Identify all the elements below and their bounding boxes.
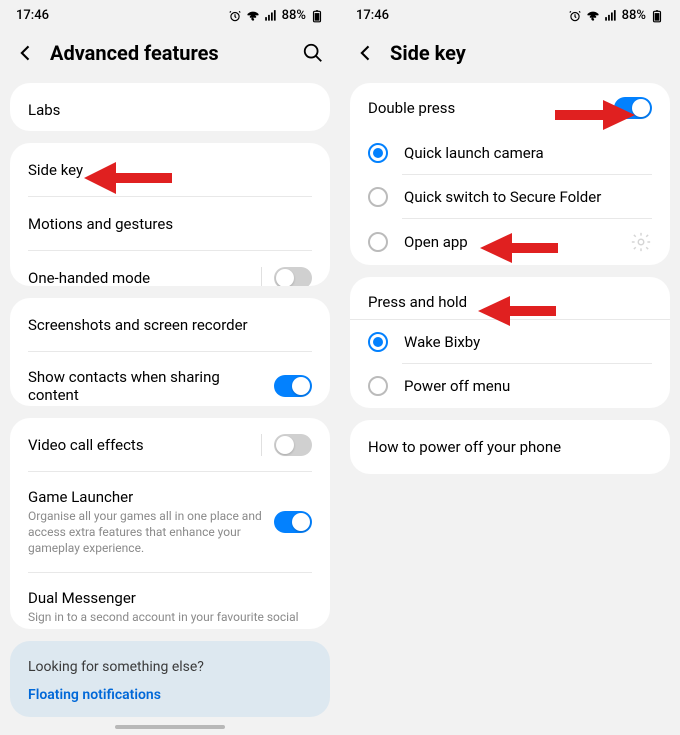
- status-bar: 17:46 88%: [0, 0, 340, 27]
- battery-text: 88%: [282, 8, 306, 23]
- row-screenshots[interactable]: Screenshots and screen recorder: [10, 298, 330, 352]
- sub-game-launcher: Organise all your games all in one place…: [28, 508, 274, 557]
- card-settings-3: Video call effects Game Launcher Organis…: [10, 418, 330, 629]
- nav-indicator: [115, 725, 225, 729]
- radio-quick-secure[interactable]: Quick switch to Secure Folder: [350, 175, 670, 219]
- back-button[interactable]: [16, 43, 36, 63]
- battery-text: 88%: [622, 8, 646, 23]
- signal-icon: [604, 9, 618, 23]
- radio-icon: [368, 232, 388, 252]
- toggle-one-handed[interactable]: [274, 267, 312, 286]
- battery-icon: [310, 9, 324, 23]
- label-wake-bixby: Wake Bixby: [404, 333, 652, 351]
- alarm-icon: [228, 9, 242, 23]
- radio-wake-bixby[interactable]: Wake Bixby: [350, 319, 670, 364]
- row-show-contacts[interactable]: Show contacts when sharing content: [10, 352, 330, 406]
- label-quick-camera: Quick launch camera: [404, 144, 652, 162]
- chevron-left-icon: [16, 43, 36, 63]
- label-labs: Labs: [28, 101, 312, 119]
- radio-icon: [368, 376, 388, 396]
- header: Side key: [340, 27, 680, 83]
- gear-icon[interactable]: [630, 231, 652, 253]
- label-how-to: How to power off your phone: [368, 438, 652, 456]
- toggle-video-call[interactable]: [274, 434, 312, 456]
- screen-side-key: 17:46 88% Side key Double press Quick la…: [340, 0, 680, 735]
- battery-icon: [650, 9, 664, 23]
- row-side-key[interactable]: Side key: [10, 143, 330, 197]
- card-labs: Labs: [10, 83, 330, 131]
- wifi-icon: [586, 9, 600, 23]
- label-double-press: Double press: [368, 99, 455, 117]
- chevron-left-icon: [356, 43, 376, 63]
- alarm-icon: [568, 9, 582, 23]
- back-button[interactable]: [356, 43, 376, 63]
- section-press-hold: Press and hold: [350, 277, 670, 319]
- label-video-call: Video call effects: [28, 436, 261, 454]
- card-press-hold: Press and hold Wake Bixby Power off menu: [350, 277, 670, 408]
- divider: [261, 434, 262, 456]
- label-screenshots: Screenshots and screen recorder: [28, 316, 312, 334]
- radio-icon: [368, 143, 388, 163]
- label-press-hold: Press and hold: [368, 293, 467, 311]
- row-motions[interactable]: Motions and gestures: [10, 197, 330, 251]
- wifi-icon: [246, 9, 260, 23]
- section-double-press: Double press: [350, 83, 670, 131]
- label-quick-secure: Quick switch to Secure Folder: [404, 188, 652, 206]
- row-game-launcher[interactable]: Game Launcher Organise all your games al…: [10, 472, 330, 573]
- footer-link[interactable]: Floating notifications: [28, 687, 312, 703]
- label-side-key: Side key: [28, 161, 312, 179]
- row-how-to[interactable]: How to power off your phone: [350, 420, 670, 474]
- status-bar: 17:46 88%: [340, 0, 680, 27]
- status-icons: 88%: [228, 8, 324, 23]
- footer-title: Looking for something else?: [28, 659, 312, 675]
- radio-icon: [368, 187, 388, 207]
- card-how-to: How to power off your phone: [350, 420, 670, 474]
- status-time: 17:46: [16, 8, 49, 23]
- row-labs[interactable]: Labs: [10, 83, 330, 131]
- toggle-show-contacts[interactable]: [274, 375, 312, 397]
- toggle-double-press[interactable]: [614, 97, 652, 119]
- radio-icon: [368, 332, 388, 352]
- status-time: 17:46: [356, 8, 389, 23]
- row-dual-messenger[interactable]: Dual Messenger Sign in to a second accou…: [10, 573, 330, 630]
- label-power-off: Power off menu: [404, 377, 652, 395]
- radio-quick-camera[interactable]: Quick launch camera: [350, 131, 670, 175]
- page-title: Side key: [390, 41, 664, 65]
- label-open-app: Open app: [404, 233, 614, 251]
- card-settings-2: Screenshots and screen recorder Show con…: [10, 298, 330, 406]
- signal-icon: [264, 9, 278, 23]
- radio-power-off[interactable]: Power off menu: [350, 364, 670, 408]
- label-show-contacts: Show contacts when sharing content: [28, 368, 274, 404]
- radio-open-app[interactable]: Open app: [350, 219, 670, 265]
- search-button[interactable]: [302, 42, 324, 64]
- screen-advanced-features: 17:46 88% Advanced features Labs Side ke…: [0, 0, 340, 735]
- card-settings-1: Side key Motions and gestures One-handed…: [10, 143, 330, 286]
- status-icons: 88%: [568, 8, 664, 23]
- label-one-handed: One-handed mode: [28, 269, 261, 286]
- search-icon: [302, 42, 324, 64]
- row-one-handed[interactable]: One-handed mode: [10, 251, 330, 286]
- toggle-game-launcher[interactable]: [274, 511, 312, 533]
- card-double-press: Double press Quick launch camera Quick s…: [350, 83, 670, 265]
- header: Advanced features: [0, 27, 340, 83]
- row-video-call[interactable]: Video call effects: [10, 418, 330, 472]
- label-dual-messenger: Dual Messenger: [28, 589, 312, 607]
- divider: [261, 267, 262, 286]
- label-game-launcher: Game Launcher: [28, 488, 274, 506]
- label-motions: Motions and gestures: [28, 215, 312, 233]
- sub-dual-messenger: Sign in to a second account in your favo…: [28, 609, 312, 630]
- footer-card: Looking for something else? Floating not…: [10, 641, 330, 717]
- page-title: Advanced features: [50, 41, 288, 65]
